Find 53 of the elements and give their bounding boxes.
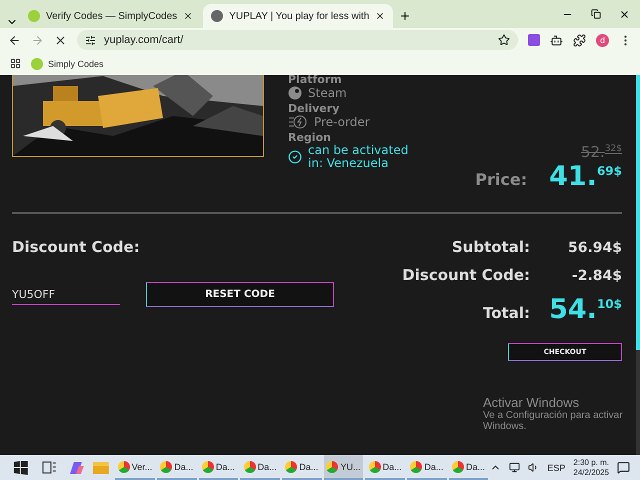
taskbar-app[interactable]: Ver...	[115, 455, 155, 480]
back-icon[interactable]	[8, 34, 21, 46]
address-bar[interactable]: yuplay.com/cart/	[77, 30, 518, 50]
detail-value: Steam	[308, 86, 347, 100]
steam-icon	[288, 86, 302, 100]
taskbar-app[interactable]: Da...	[448, 455, 488, 480]
network-icon[interactable]	[509, 462, 520, 473]
check-circle-icon	[288, 150, 302, 164]
price-label: Price:	[475, 170, 528, 189]
robot-icon[interactable]	[550, 34, 563, 46]
profile-avatar[interactable]: d	[596, 34, 609, 46]
bookmark[interactable]: Simply Codes	[31, 58, 104, 70]
detail-heading: Delivery	[288, 102, 340, 115]
activation-title: Activar Windows	[483, 395, 580, 410]
summary-label: Total:	[483, 304, 530, 322]
close-icon[interactable]	[619, 9, 630, 20]
taskbar-app[interactable]: Da...	[407, 455, 447, 480]
scrollbar[interactable]	[636, 75, 640, 455]
taskbar-app[interactable]: Da...	[240, 455, 280, 480]
notifications-icon[interactable]	[617, 461, 630, 474]
discount-heading: Discount Code:	[12, 238, 141, 256]
old-price: 52.$^{32$}$	[580, 143, 622, 161]
summary-value: -2.84$	[572, 268, 622, 284]
activation-text: Ve a Configuración para activar Windows.	[483, 410, 623, 432]
detail-value: Pre-order	[314, 115, 370, 129]
taskbar-app[interactable]: Da...	[156, 455, 197, 480]
detail-heading: Platform	[288, 75, 343, 86]
language-indicator[interactable]: ESP	[547, 462, 566, 472]
summary-label: Subtotal:	[452, 238, 530, 256]
restore-icon[interactable]	[591, 9, 601, 19]
close-tab-icon[interactable]	[183, 11, 194, 21]
taskbar-app[interactable]: Da...	[198, 455, 238, 480]
summary-value: 56.94$	[568, 240, 622, 256]
discount-code-field[interactable]: YU5OFF	[12, 284, 120, 304]
price: 41.$^{69$}$	[549, 161, 622, 192]
new-tab-icon[interactable]	[399, 10, 412, 22]
taskbar-app[interactable]: YU...	[324, 455, 364, 480]
summary-label: Discount Code:	[402, 266, 530, 284]
volume-icon[interactable]	[528, 462, 540, 473]
reset-code-button[interactable]: RESET CODE	[146, 282, 334, 307]
region-text: can be activated in: Venezuela	[308, 144, 410, 170]
taskbar-app[interactable]: Da...	[282, 455, 322, 480]
detail-heading: Region	[288, 131, 332, 144]
apps-icon[interactable]	[10, 58, 21, 69]
browser-tab[interactable]: YUPLAY | You play for less with	[203, 4, 394, 28]
extensions-icon[interactable]	[573, 34, 586, 46]
lightning-clock-icon	[288, 115, 308, 129]
taskbar-app[interactable]: Da...	[365, 455, 406, 480]
stop-icon[interactable]	[54, 34, 67, 46]
browser-tab[interactable]: Verify Codes — SimplyCodes	[20, 4, 202, 28]
close-tab-icon[interactable]	[375, 11, 386, 21]
total-value: 54.$^{10$}$	[549, 294, 622, 325]
clock[interactable]: 2:30 p. m. 24/2/2025	[573, 458, 609, 478]
